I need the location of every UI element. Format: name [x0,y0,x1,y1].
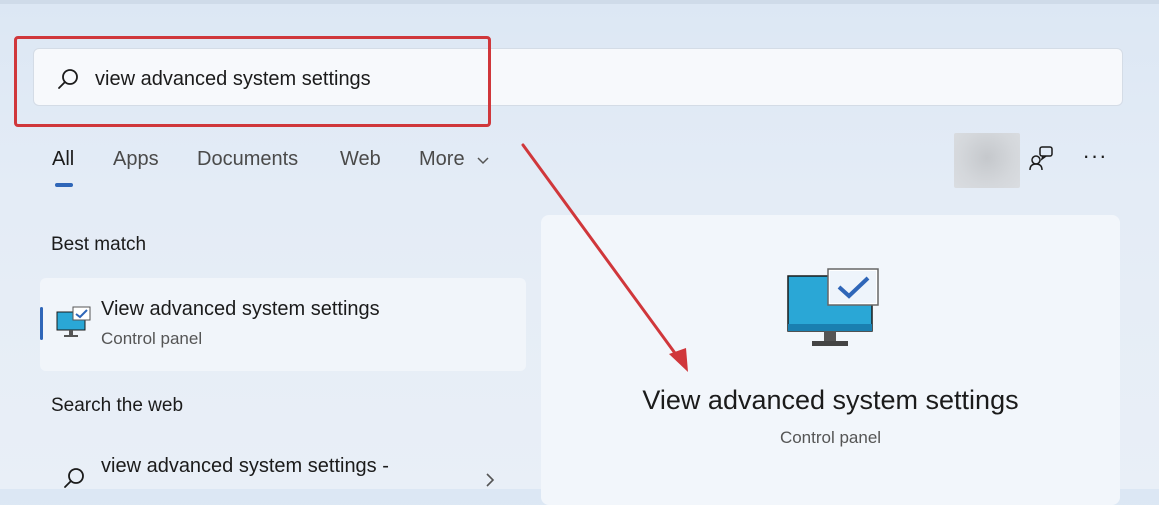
monitor-check-icon [787,268,879,346]
chevron-right-icon[interactable] [484,472,496,488]
active-tab-indicator [55,183,73,187]
tab-more[interactable]: More [419,148,465,171]
tab-apps[interactable]: Apps [113,148,159,171]
best-match-subtitle: Control panel [101,329,203,348]
tab-web[interactable]: Web [340,148,381,171]
annotation-highlight-box [14,36,491,127]
avatar[interactable] [954,133,1020,188]
best-match-heading: Best match [51,234,147,255]
monitor-check-icon [56,306,91,337]
web-search-result[interactable]: view advanced system settings - [101,455,389,478]
feedback-icon[interactable] [1029,145,1055,171]
search-web-heading: Search the web [51,395,184,416]
chevron-down-icon [477,157,489,165]
selected-indicator [40,307,43,340]
detail-title: View advanced system settings [642,385,1019,415]
detail-subtitle: Control panel [779,428,882,447]
best-match-result[interactable] [40,278,526,371]
detail-panel [541,215,1120,505]
tab-all[interactable]: All [52,148,74,171]
best-match-title: View advanced system settings [101,298,380,320]
more-options-icon[interactable]: ··· [1082,145,1108,171]
window-top-border [0,0,1159,4]
tab-documents[interactable]: Documents [197,148,298,171]
search-icon [64,468,84,488]
